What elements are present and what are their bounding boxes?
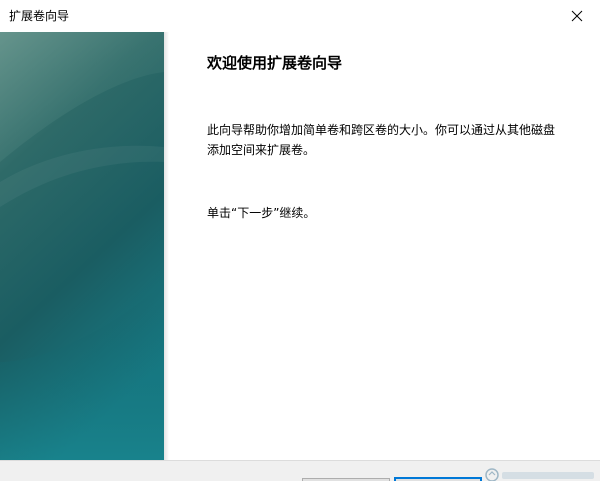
close-icon — [571, 10, 583, 21]
extend-volume-wizard-window: 扩展卷向导 欢迎使用扩展卷向导 此向导帮助你增加简单卷和跨区卷的大小。你可以通过… — [0, 0, 600, 481]
banner-divider — [164, 32, 169, 460]
wizard-heading: 欢迎使用扩展卷向导 — [207, 54, 343, 72]
focused-button[interactable] — [394, 477, 482, 481]
title-bar: 扩展卷向导 — [0, 0, 600, 32]
wizard-side-banner — [0, 32, 164, 460]
wizard-description: 此向导帮助你增加简单卷和跨区卷的大小。你可以通过从其他磁盘添加空间来扩展卷。 — [207, 123, 556, 157]
close-button[interactable] — [554, 0, 600, 31]
window-title: 扩展卷向导 — [9, 9, 70, 23]
banner-graphic — [0, 32, 164, 460]
wizard-continue-instruction: 单击“下一步”继续。 — [207, 206, 316, 220]
watermark-graphic — [485, 468, 594, 481]
watermark-logo — [484, 466, 600, 481]
